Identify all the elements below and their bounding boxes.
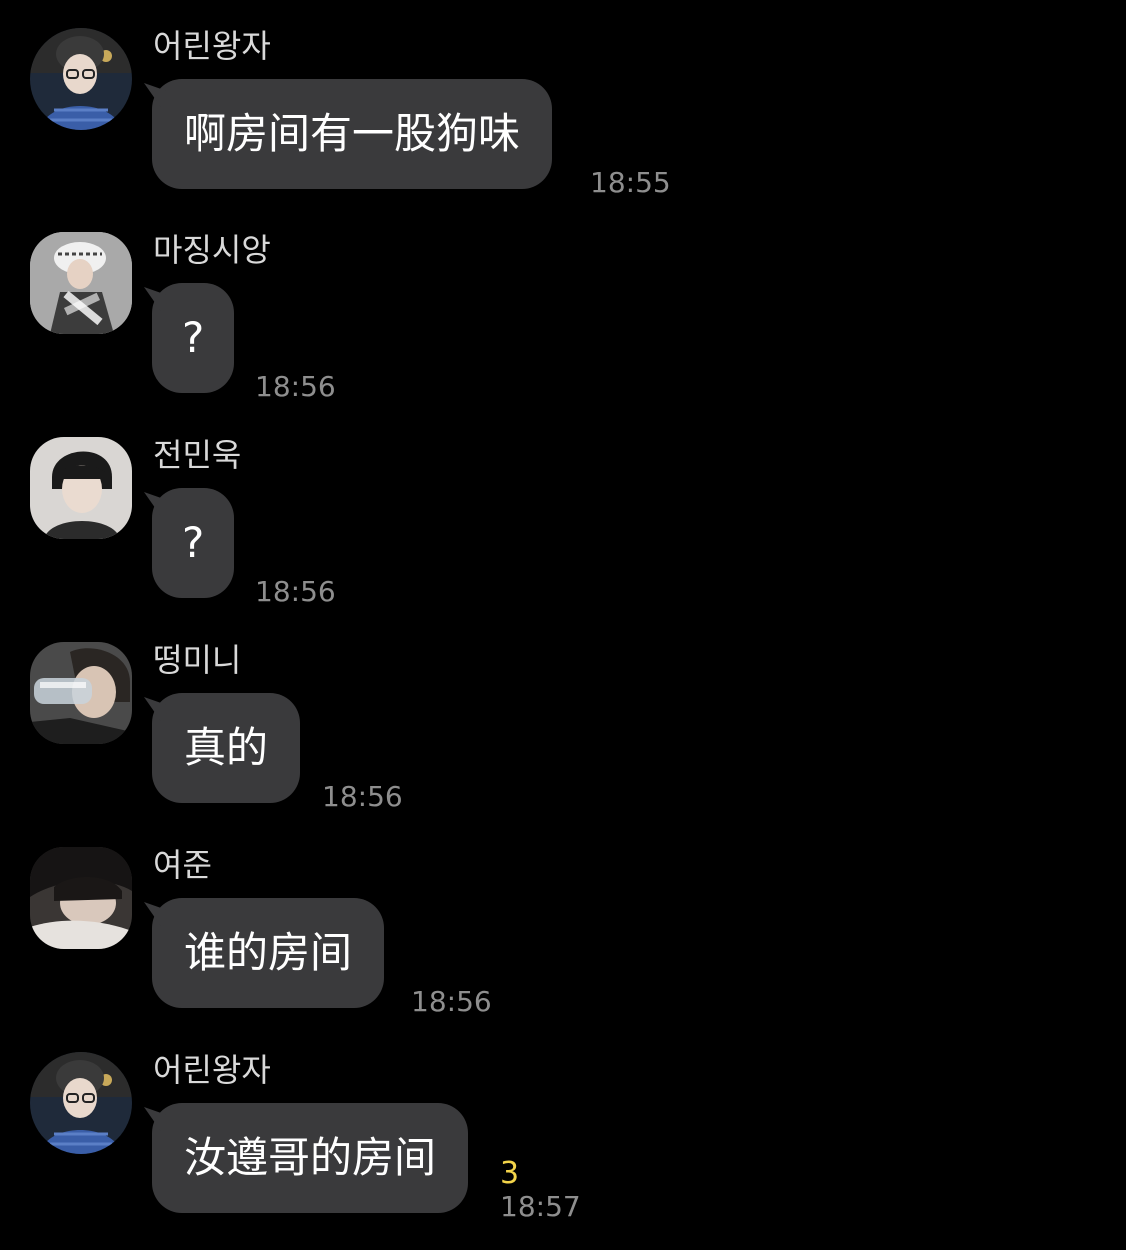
message-bubble[interactable]: 啊房间有一股狗味: [152, 79, 553, 189]
unread-count-badge: 3: [500, 1156, 520, 1191]
avatar-image: [30, 847, 132, 949]
message-bubble[interactable]: ?: [152, 283, 235, 393]
message-time: 18:56: [411, 985, 492, 1018]
sender-name: 전민욱: [153, 436, 242, 474]
avatar[interactable]: [30, 437, 132, 539]
sender-name: 여준: [153, 846, 212, 884]
message-meta: 18:56: [322, 693, 403, 811]
message-meta: 18:56: [255, 283, 336, 401]
message-meta: 3 18:57: [500, 1103, 581, 1221]
message-bubble[interactable]: ?: [152, 488, 235, 598]
message-meta: 18:56: [411, 898, 492, 1016]
message-meta: 18:56: [255, 488, 336, 606]
chat-message: 어린왕자 汝遵哥的房间 3 18:57: [0, 1024, 1126, 1224]
message-bubble[interactable]: 真的: [152, 693, 301, 803]
avatar-image: [30, 232, 132, 334]
avatar-image: [30, 28, 132, 130]
chat-message: 여준 谁的房间 18:56: [0, 819, 1126, 1019]
sender-name: 마징시앙: [153, 231, 271, 269]
message-time: 18:56: [255, 370, 336, 403]
avatar[interactable]: [30, 847, 132, 949]
sender-name: 어린왕자: [153, 27, 271, 65]
avatar-image: [30, 642, 132, 744]
chat-message: 전민욱 ? 18:56: [0, 409, 1126, 609]
message-meta: 18:55: [590, 79, 671, 197]
avatar[interactable]: [30, 28, 132, 130]
message-time: 18:55: [590, 166, 671, 199]
sender-name: 떵미니: [153, 641, 242, 679]
message-bubble[interactable]: 汝遵哥的房间: [152, 1103, 469, 1213]
avatar-image: [30, 1052, 132, 1154]
avatar[interactable]: [30, 642, 132, 744]
chat-message: 마징시앙 ? 18:56: [0, 204, 1126, 404]
avatar-image: [30, 437, 132, 539]
message-bubble[interactable]: 谁的房间: [152, 898, 385, 1008]
sender-name: 어린왕자: [153, 1051, 271, 1089]
avatar[interactable]: [30, 232, 132, 334]
message-time: 18:56: [322, 780, 403, 813]
message-time: 18:56: [255, 575, 336, 608]
avatar[interactable]: [30, 1052, 132, 1154]
message-time: 18:57: [500, 1190, 581, 1223]
chat-message: 떵미니 真的 18:56: [0, 614, 1126, 814]
chat-message: 어린왕자 啊房间有一股狗味 18:55: [0, 0, 1126, 200]
